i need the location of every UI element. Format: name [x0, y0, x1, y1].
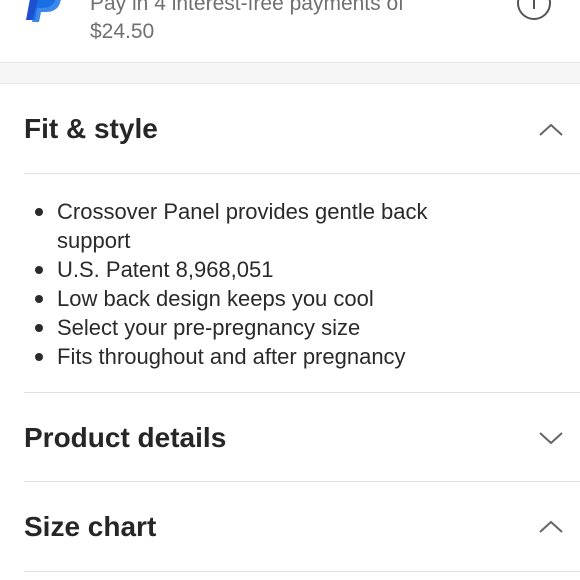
- chevron-down-icon: [539, 432, 563, 445]
- section-separator: [0, 62, 580, 84]
- chevron-up-icon: [539, 520, 563, 533]
- paypal-logo-icon: [26, 0, 61, 22]
- list-item: Select your pre-pregnancy size: [0, 313, 580, 342]
- divider: [24, 173, 580, 174]
- accordion-header-fit-style[interactable]: Fit & style: [0, 85, 580, 173]
- divider: [24, 392, 580, 393]
- paypal-installment-banner: Pay in 4 interest-free payments of $24.5…: [0, 0, 580, 62]
- list-item: Low back design keeps you cool: [0, 284, 580, 313]
- chevron-up-icon: [539, 123, 563, 136]
- installment-amount: $24.50: [90, 20, 155, 43]
- list-item: Crossover Panel provides gentle back sup…: [0, 197, 580, 255]
- accordion-title-product-details: Product details: [24, 422, 227, 453]
- accordion-header-product-details[interactable]: Product details: [0, 394, 580, 482]
- accordion-title-size-chart: Size chart: [24, 511, 157, 542]
- installment-text-line1: Pay in 4 interest-free payments of: [90, 0, 404, 15]
- accordion-header-size-chart[interactable]: Size chart: [0, 483, 580, 571]
- list-item: Fits throughout and after pregnancy: [0, 342, 580, 371]
- installment-text: Pay in 4 interest-free payments of $24.5…: [90, 0, 490, 46]
- info-icon[interactable]: [517, 0, 551, 20]
- divider: [24, 481, 580, 482]
- fit-style-bullet-list: Crossover Panel provides gentle back sup…: [0, 197, 580, 371]
- accordion-title-fit-style: Fit & style: [24, 113, 158, 144]
- list-item: U.S. Patent 8,968,051: [0, 255, 580, 284]
- divider: [24, 571, 580, 572]
